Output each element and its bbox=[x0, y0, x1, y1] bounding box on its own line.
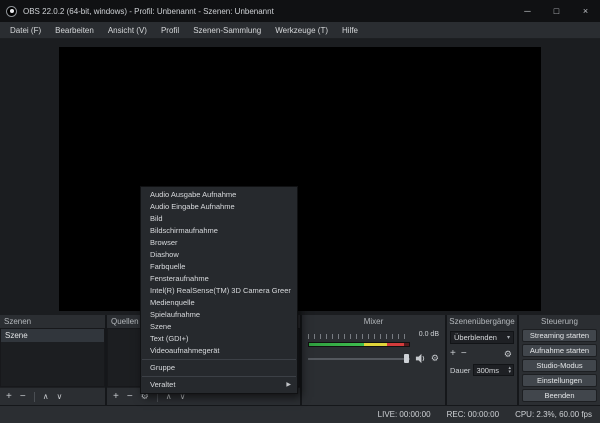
menu-szenen-sammlung[interactable]: Szenen-Sammlung bbox=[186, 26, 268, 35]
volume-meter bbox=[308, 342, 410, 347]
speaker-icon[interactable] bbox=[415, 353, 426, 364]
menu-separator bbox=[142, 376, 296, 377]
menu-item-gruppe[interactable]: Gruppe bbox=[141, 362, 297, 374]
controls-dock-title: Steuerung bbox=[541, 317, 578, 326]
window-controls: ─ □ × bbox=[513, 0, 600, 22]
rec-time: REC: 00:00:00 bbox=[446, 410, 500, 419]
add-source-menu: Audio Ausgabe Aufnahme Audio Eingabe Auf… bbox=[140, 186, 298, 394]
menu-item-szene[interactable]: Szene bbox=[141, 321, 297, 333]
menu-item-videoaufnahmegeraet[interactable]: Videoaufnahmegerät bbox=[141, 345, 297, 357]
settings-button[interactable]: Einstellungen bbox=[522, 374, 597, 387]
menu-item-veraltet[interactable]: Veraltet ▶ bbox=[141, 379, 297, 391]
menu-separator bbox=[142, 359, 296, 360]
volume-slider[interactable] bbox=[308, 354, 410, 363]
minimize-button[interactable]: ─ bbox=[513, 0, 542, 22]
menu-item-audio-ausgabe-aufnahme[interactable]: Audio Ausgabe Aufnahme bbox=[141, 189, 297, 201]
start-recording-button[interactable]: Aufnahme starten bbox=[522, 344, 597, 357]
scenes-toolbar: + − ∧ ∨ bbox=[0, 387, 105, 405]
duration-label: Dauer bbox=[450, 365, 471, 375]
menu-hilfe[interactable]: Hilfe bbox=[335, 26, 365, 35]
duration-value: 300ms bbox=[476, 365, 499, 375]
dock-row: Szenen Szene + − ∧ ∨ Quellen + − ⚙ ∧ ∨ M… bbox=[0, 315, 600, 405]
transition-gear-icon[interactable]: ⚙ bbox=[504, 349, 512, 359]
live-time: LIVE: 00:00:00 bbox=[377, 410, 431, 419]
menu-item-browser[interactable]: Browser bbox=[141, 237, 297, 249]
transitions-dock: Szenenübergänge Überblenden ▾ + − ⚙ Daue… bbox=[447, 315, 517, 405]
window-title: OBS 22.0.2 (64-bit, windows) - Profil: U… bbox=[23, 6, 274, 16]
close-button[interactable]: × bbox=[571, 0, 600, 22]
obs-window: OBS 22.0.2 (64-bit, windows) - Profil: U… bbox=[0, 0, 600, 423]
menu-werkzeuge[interactable]: Werkzeuge (T) bbox=[268, 26, 335, 35]
scene-down-button[interactable]: ∨ bbox=[57, 392, 63, 401]
controls-body: Streaming starten Aufnahme starten Studi… bbox=[519, 328, 600, 405]
menu-item-bildschirmaufnahme[interactable]: Bildschirmaufnahme bbox=[141, 225, 297, 237]
menu-bearbeiten[interactable]: Bearbeiten bbox=[48, 26, 101, 35]
maximize-button[interactable]: □ bbox=[542, 0, 571, 22]
mixer-body: 0.0 dB ⚙ bbox=[302, 328, 445, 405]
remove-source-button[interactable]: − bbox=[127, 391, 133, 402]
titlebar[interactable]: OBS 22.0.2 (64-bit, windows) - Profil: U… bbox=[0, 0, 600, 22]
controls-dock: Steuerung Streaming starten Aufnahme sta… bbox=[519, 315, 600, 405]
scenes-dock-title: Szenen bbox=[4, 317, 32, 326]
volume-slider-handle[interactable] bbox=[403, 354, 409, 363]
studio-mode-button[interactable]: Studio-Modus bbox=[522, 359, 597, 372]
chevron-down-icon: ▾ bbox=[506, 335, 510, 341]
menu-item-fensteraufnahme[interactable]: Fensteraufnahme bbox=[141, 273, 297, 285]
start-streaming-button[interactable]: Streaming starten bbox=[522, 329, 597, 342]
add-source-button[interactable]: + bbox=[113, 391, 119, 402]
status-bar: LIVE: 00:00:00 REC: 00:00:00 CPU: 2.3%, … bbox=[0, 405, 600, 423]
menu-item-bild[interactable]: Bild bbox=[141, 213, 297, 225]
menu-item-text-gdi[interactable]: Text (GDI+) bbox=[141, 333, 297, 345]
menu-datei[interactable]: Datei (F) bbox=[3, 26, 48, 35]
transition-selected-label: Überblenden bbox=[454, 333, 497, 342]
transitions-body: Überblenden ▾ + − ⚙ Dauer 300ms ▴ ▾ bbox=[447, 328, 517, 405]
scene-list-item[interactable]: Szene bbox=[1, 329, 104, 342]
menu-item-audio-eingabe-aufnahme[interactable]: Audio Eingabe Aufnahme bbox=[141, 201, 297, 213]
add-scene-button[interactable]: + bbox=[6, 391, 12, 402]
menu-profil[interactable]: Profil bbox=[154, 26, 186, 35]
video-canvas[interactable] bbox=[59, 47, 541, 311]
scene-list: Szene bbox=[0, 328, 105, 387]
menu-item-medienquelle[interactable]: Medienquelle bbox=[141, 297, 297, 309]
menu-ansicht[interactable]: Ansicht (V) bbox=[101, 26, 154, 35]
scenes-dock: Szenen Szene + − ∧ ∨ bbox=[0, 315, 105, 405]
cpu-fps-stats: CPU: 2.3%, 60.00 fps bbox=[515, 410, 592, 419]
submenu-arrow-icon: ▶ bbox=[286, 382, 291, 388]
remove-transition-button[interactable]: − bbox=[461, 349, 467, 359]
mixer-dock-title: Mixer bbox=[363, 317, 384, 326]
scene-up-button[interactable]: ∧ bbox=[43, 392, 49, 401]
menu-item-diashow[interactable]: Diashow bbox=[141, 249, 297, 261]
obs-logo-icon[interactable] bbox=[6, 5, 17, 17]
spin-down-icon[interactable]: ▾ bbox=[508, 370, 511, 375]
menu-item-spielaufnahme[interactable]: Spielaufnahme bbox=[141, 309, 297, 321]
menubar: Datei (F) Bearbeiten Ansicht (V) Profil … bbox=[0, 22, 600, 39]
duration-spinbox[interactable]: 300ms ▴ ▾ bbox=[473, 364, 514, 376]
volume-meter-scale bbox=[308, 334, 410, 339]
remove-scene-button[interactable]: − bbox=[20, 391, 26, 402]
exit-button[interactable]: Beenden bbox=[522, 389, 597, 402]
toolbar-divider bbox=[33, 391, 35, 402]
mixer-dock: Mixer 0.0 dB ⚙ bbox=[302, 315, 445, 405]
preview-area bbox=[0, 39, 600, 315]
transition-select[interactable]: Überblenden ▾ bbox=[450, 331, 514, 344]
mixer-gear-icon[interactable]: ⚙ bbox=[431, 354, 439, 363]
menu-item-realsense-greenscreen[interactable]: Intel(R) RealSense(TM) 3D Camera GreenSc… bbox=[141, 285, 297, 297]
menu-item-farbquelle[interactable]: Farbquelle bbox=[141, 261, 297, 273]
add-transition-button[interactable]: + bbox=[450, 349, 456, 359]
volume-db-label: 0.0 dB bbox=[418, 331, 439, 338]
transitions-dock-title: Szenenübergänge bbox=[449, 317, 515, 326]
